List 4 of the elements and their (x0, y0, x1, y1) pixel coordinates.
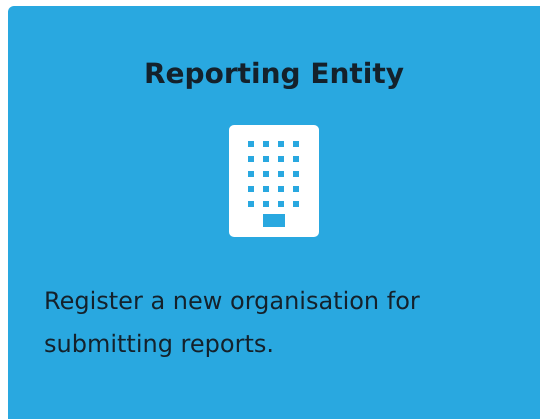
entity-card[interactable]: Reporting Entity Register a new organisation for submitting reports. (8, 6, 540, 419)
card-title: Reporting Entity (142, 56, 406, 92)
card-description: Register a new organisation for submitting reports. (44, 286, 421, 360)
building-icon (229, 125, 319, 237)
